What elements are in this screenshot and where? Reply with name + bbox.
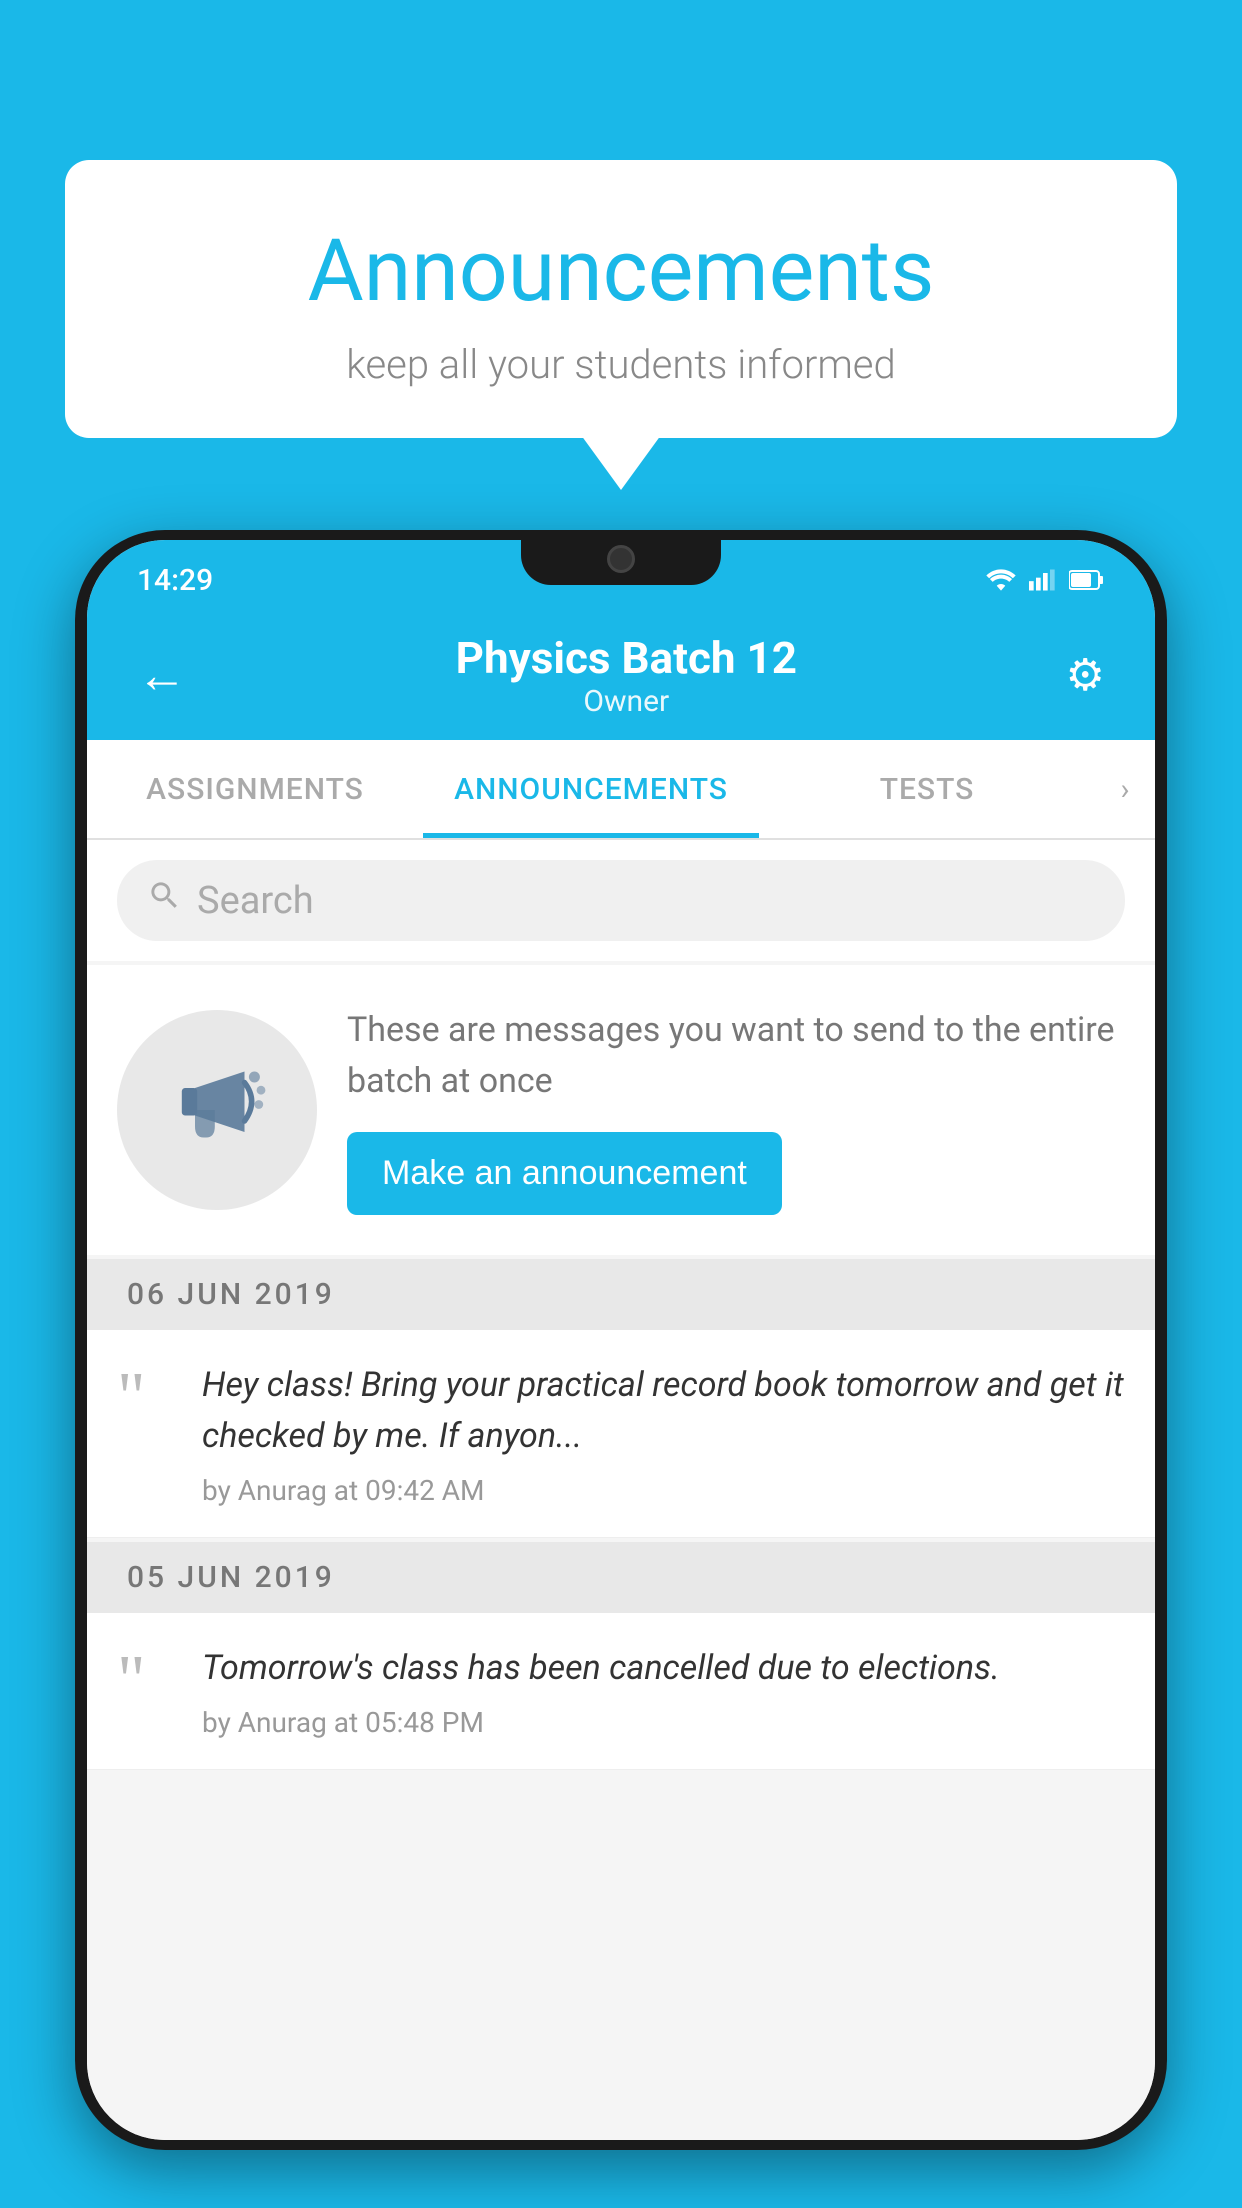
settings-icon[interactable]: ⚙ xyxy=(1056,639,1115,711)
phone-screen: 14:29 xyxy=(87,540,1155,2140)
status-icons xyxy=(985,568,1105,592)
content-area: Search T xyxy=(87,840,1155,2140)
announcement-meta-1: by Anurag at 09:42 AM xyxy=(202,1474,1125,1507)
promo-card: These are messages you want to send to t… xyxy=(87,965,1155,1255)
status-time: 14:29 xyxy=(137,563,213,598)
app-bar-title-group: Physics Batch 12 Owner xyxy=(456,632,797,719)
tab-assignments[interactable]: ASSIGNMENTS xyxy=(87,740,423,838)
megaphone-icon xyxy=(162,1055,272,1165)
announcement-item-2[interactable]: " Tomorrow's class has been cancelled du… xyxy=(87,1613,1155,1770)
announcement-text-1: Hey class! Bring your practical record b… xyxy=(202,1360,1125,1462)
make-announcement-button[interactable]: Make an announcement xyxy=(347,1132,782,1215)
search-icon xyxy=(147,878,182,923)
battery-icon xyxy=(1069,569,1105,591)
back-button[interactable]: ← xyxy=(127,636,197,715)
tab-announcements[interactable]: ANNOUNCEMENTS xyxy=(423,740,759,838)
announcement-text-2: Tomorrow's class has been cancelled due … xyxy=(202,1643,1125,1694)
phone-frame: 14:29 xyxy=(75,530,1167,2150)
signal-icon xyxy=(1029,568,1057,592)
wifi-icon xyxy=(985,568,1017,592)
quote-icon-1: " xyxy=(117,1370,177,1426)
speech-bubble-title: Announcements xyxy=(115,220,1127,321)
tab-tests[interactable]: TESTS xyxy=(759,740,1095,838)
promo-content: These are messages you want to send to t… xyxy=(347,1005,1125,1215)
date-separator-2: 05 JUN 2019 xyxy=(87,1542,1155,1613)
announcement-item-1[interactable]: " Hey class! Bring your practical record… xyxy=(87,1330,1155,1538)
search-bar[interactable]: Search xyxy=(117,860,1125,941)
speech-bubble: Announcements keep all your students inf… xyxy=(65,160,1177,438)
tab-more[interactable]: › xyxy=(1095,740,1155,838)
announcement-text-wrap-1: Hey class! Bring your practical record b… xyxy=(202,1360,1125,1507)
app-bar-subtitle: Owner xyxy=(456,684,797,719)
date-separator-1: 06 JUN 2019 xyxy=(87,1259,1155,1330)
app-bar: ← Physics Batch 12 Owner ⚙ xyxy=(87,610,1155,740)
speech-bubble-container: Announcements keep all your students inf… xyxy=(65,160,1177,438)
announcement-text-wrap-2: Tomorrow's class has been cancelled due … xyxy=(202,1643,1125,1739)
search-container: Search xyxy=(87,840,1155,961)
promo-description: These are messages you want to send to t… xyxy=(347,1005,1125,1107)
phone-camera xyxy=(607,545,635,573)
phone-notch xyxy=(521,530,721,585)
tabs-bar: ASSIGNMENTS ANNOUNCEMENTS TESTS › xyxy=(87,740,1155,840)
search-placeholder: Search xyxy=(197,879,314,923)
quote-icon-2: " xyxy=(117,1653,177,1709)
speech-bubble-subtitle: keep all your students informed xyxy=(115,341,1127,388)
app-bar-title: Physics Batch 12 xyxy=(456,632,797,684)
announcement-meta-2: by Anurag at 05:48 PM xyxy=(202,1706,1125,1739)
promo-icon-circle xyxy=(117,1010,317,1210)
